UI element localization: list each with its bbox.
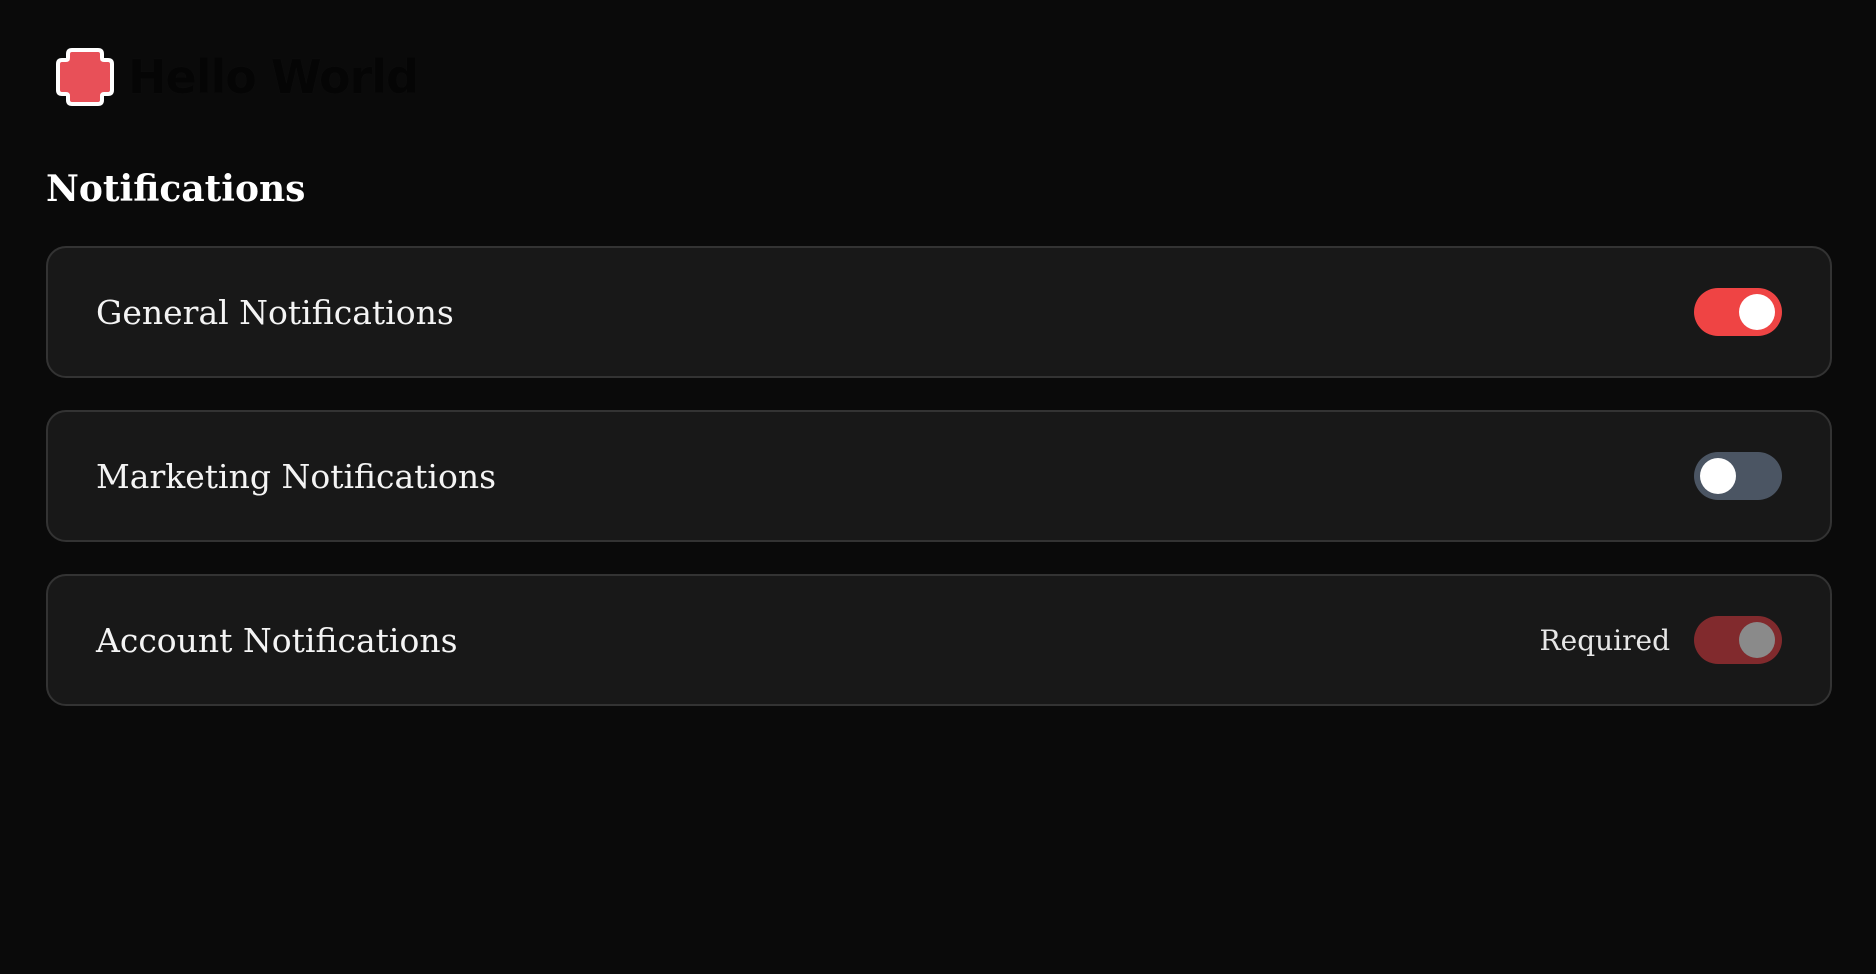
brand-logo-icon <box>56 48 114 106</box>
notification-settings-list: General Notifications Marketing Notifica… <box>46 246 1832 738</box>
toggle-knob <box>1700 458 1736 494</box>
brand[interactable]: Hello World <box>52 44 419 110</box>
brand-name: Hello World <box>128 50 419 104</box>
account-notifications-toggle <box>1694 616 1782 664</box>
general-notifications-toggle[interactable] <box>1694 288 1782 336</box>
required-badge: Required <box>1539 623 1670 657</box>
toggle-knob <box>1739 622 1775 658</box>
notification-row-account: Account Notifications Required <box>46 574 1832 706</box>
marketing-notifications-toggle[interactable] <box>1694 452 1782 500</box>
notification-row-marketing: Marketing Notifications <box>46 410 1832 542</box>
notification-label: General Notifications <box>96 292 454 332</box>
page-title: Notifications <box>46 168 306 210</box>
toggle-knob <box>1739 294 1775 330</box>
notification-row-general: General Notifications <box>46 246 1832 378</box>
notification-label: Marketing Notifications <box>96 456 497 496</box>
notification-label: Account Notifications <box>96 620 458 660</box>
